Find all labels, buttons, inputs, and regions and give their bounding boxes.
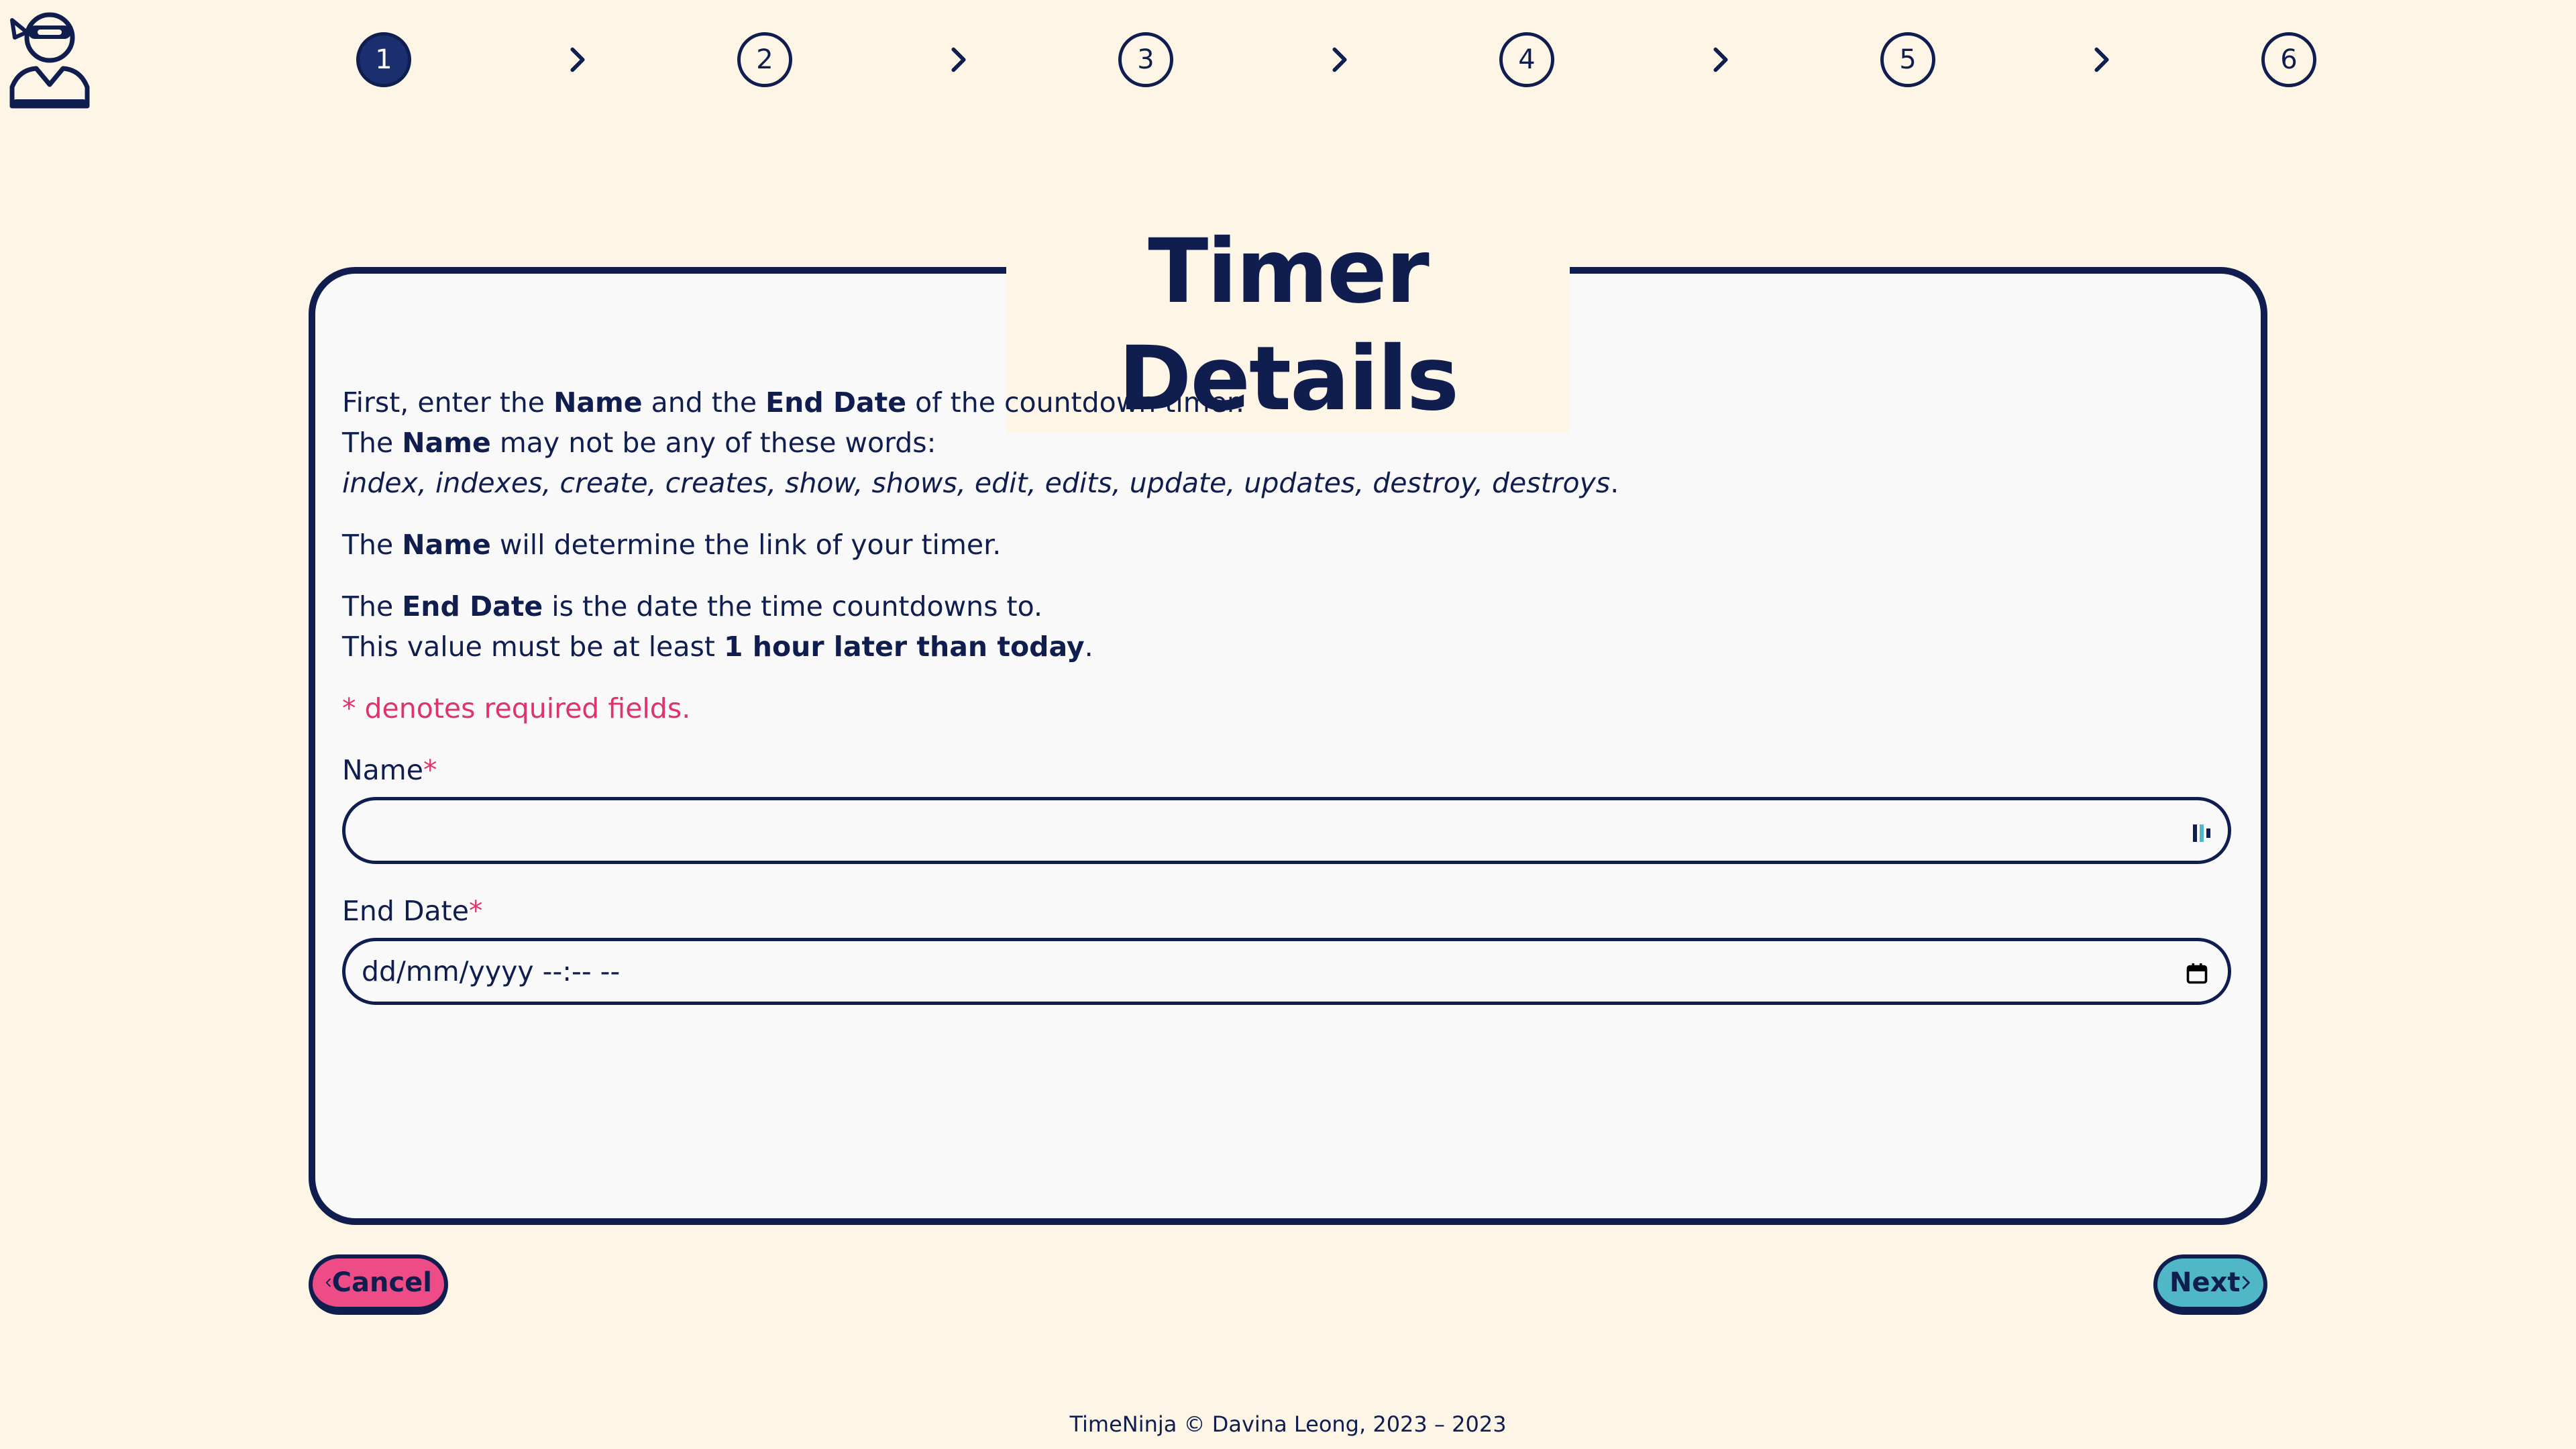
text: may not be any of these words:: [490, 427, 936, 459]
text: is the date the time countdowns to.: [543, 590, 1043, 623]
footer: TimeNinja © Davina Leong, 2023 – 2023: [1069, 1411, 1507, 1437]
chevron-left-icon: [325, 1278, 331, 1287]
ninja-avatar-icon[interactable]: [5, 5, 94, 113]
text: of the countdown timer.: [906, 386, 1245, 419]
text: This value must be at least: [342, 631, 724, 663]
progress-stepper: 1 2 3 4 5 6: [356, 32, 2316, 87]
text: The: [342, 529, 402, 561]
step-4[interactable]: 4: [1499, 32, 1554, 87]
step-2[interactable]: 2: [737, 32, 792, 87]
chevron-right-icon: [570, 47, 585, 72]
text-bold: 1 hour later than today: [723, 631, 1085, 663]
next-label: Next: [2169, 1267, 2241, 1298]
text: and the: [642, 386, 766, 419]
text: .: [1084, 631, 1093, 663]
label-text: Name: [342, 754, 423, 786]
text-bold: End Date: [765, 386, 907, 419]
text: .: [1610, 467, 1619, 499]
password-manager-icon[interactable]: [2192, 822, 2212, 845]
text: First, enter the: [342, 386, 554, 419]
step-3[interactable]: 3: [1118, 32, 1173, 87]
chevron-right-icon: [951, 47, 966, 72]
required-star: *: [423, 754, 437, 786]
text: The: [342, 427, 402, 459]
chevron-right-icon: [2242, 1276, 2250, 1289]
cancel-label: Cancel: [331, 1267, 432, 1298]
chevron-right-icon: [1332, 47, 1347, 72]
text-bold: Name: [402, 427, 491, 459]
step-1[interactable]: 1: [356, 32, 411, 87]
calendar-icon[interactable]: [2185, 961, 2209, 985]
label-text: End Date: [342, 895, 469, 927]
reserved-words: index, indexes, create, creates, show, s…: [342, 467, 1611, 499]
required-star: *: [468, 895, 483, 927]
instructions-end-date: The End Date is the date the time countd…: [342, 586, 2234, 667]
step-5[interactable]: 5: [1880, 32, 1935, 87]
end-date-label: End Date*: [342, 891, 2234, 931]
required-note: * denotes required fields.: [342, 692, 691, 724]
form-content: First, enter the Name and the End Date o…: [342, 382, 2234, 1032]
step-6[interactable]: 6: [2261, 32, 2316, 87]
chevron-right-icon: [1713, 47, 1728, 72]
instructions-name: The Name will determine the link of your…: [342, 525, 2234, 565]
text-bold: Name: [402, 529, 491, 561]
text: The: [342, 590, 402, 623]
chevron-right-icon: [2094, 47, 2109, 72]
end-date-placeholder: dd/mm/yyyy --:-- --: [362, 955, 621, 987]
name-input[interactable]: [342, 797, 2231, 864]
text-bold: End Date: [402, 590, 543, 623]
end-date-input[interactable]: dd/mm/yyyy --:-- --: [342, 938, 2231, 1005]
next-button[interactable]: Next: [2153, 1254, 2267, 1315]
text-bold: Name: [553, 386, 643, 419]
name-label: Name*: [342, 750, 2234, 790]
text: will determine the link of your timer.: [490, 529, 1002, 561]
cancel-button[interactable]: Cancel: [309, 1254, 448, 1315]
instructions: First, enter the Name and the End Date o…: [342, 382, 2234, 503]
